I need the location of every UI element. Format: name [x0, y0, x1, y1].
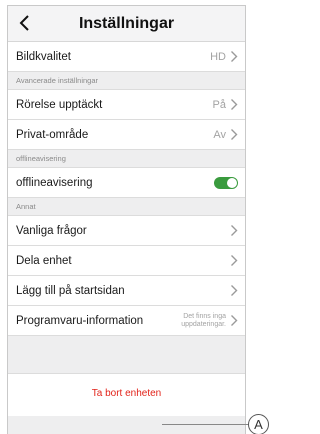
- row-lagg-till-startsidan[interactable]: Lägg till på startsidan: [8, 276, 245, 306]
- row-label: Vanliga frågor: [16, 224, 87, 237]
- header-bar: Inställningar: [8, 6, 245, 42]
- callout-marker: A: [248, 414, 269, 434]
- row-vanliga-fragor[interactable]: Vanliga frågor: [8, 216, 245, 246]
- row-label: Programvaru-information: [16, 314, 144, 327]
- row-value: Av: [213, 128, 226, 141]
- row-privat-omrade[interactable]: Privat-område Av: [8, 120, 245, 150]
- update-status: Det finns inga uppdateringar.: [181, 312, 226, 328]
- footer: Ta bort enheten: [8, 374, 245, 416]
- page-title: Inställningar: [78, 14, 175, 32]
- row-offlineavisering: offlineavisering: [8, 168, 245, 198]
- chevron-left-icon[interactable]: [16, 14, 34, 32]
- section-header-avancerade: Avancerade inställningar: [8, 72, 245, 90]
- offline-toggle[interactable]: [214, 176, 238, 189]
- empty-gap: [8, 336, 245, 374]
- section-label: Avancerade inställningar: [16, 76, 98, 85]
- chevron-right-icon: [230, 50, 238, 63]
- chevron-right-icon: [230, 254, 238, 267]
- row-label: Lägg till på startsidan: [16, 284, 125, 297]
- row-programvaru-information[interactable]: Programvaru-information Det finns inga u…: [8, 306, 245, 336]
- section-header-offline: offlineavisering: [8, 150, 245, 168]
- row-rorelse-upptackt[interactable]: Rörelse upptäckt På: [8, 90, 245, 120]
- row-label: offlineavisering: [16, 176, 93, 189]
- toggle-knob: [227, 177, 237, 188]
- row-label: Privat-område: [16, 128, 89, 141]
- section-label: offlineavisering: [16, 154, 66, 163]
- row-right: HD: [210, 50, 238, 63]
- chevron-right-icon: [230, 224, 238, 237]
- row-bildkvalitet[interactable]: Bildkvalitet HD: [8, 42, 245, 72]
- callout-line: [162, 424, 246, 425]
- chevron-right-icon: [230, 314, 238, 327]
- remove-device-button[interactable]: Ta bort enheten: [92, 388, 162, 399]
- row-dela-enhet[interactable]: Dela enhet: [8, 246, 245, 276]
- row-right: Det finns inga uppdateringar.: [174, 313, 238, 329]
- settings-screen: Inställningar Bildkvalitet HD Avancerade…: [7, 5, 246, 434]
- row-right: Av: [213, 128, 238, 141]
- chevron-right-icon: [230, 128, 238, 141]
- row-value: HD: [210, 50, 226, 63]
- row-label: Rörelse upptäckt: [16, 98, 103, 111]
- section-label: Annat: [16, 202, 36, 211]
- chevron-right-icon: [230, 98, 238, 111]
- row-value: På: [212, 98, 226, 111]
- row-label: Dela enhet: [16, 254, 72, 267]
- chevron-right-icon: [230, 284, 238, 297]
- section-header-annat: Annat: [8, 198, 245, 216]
- row-label: Bildkvalitet: [16, 50, 71, 63]
- row-right: På: [213, 98, 238, 111]
